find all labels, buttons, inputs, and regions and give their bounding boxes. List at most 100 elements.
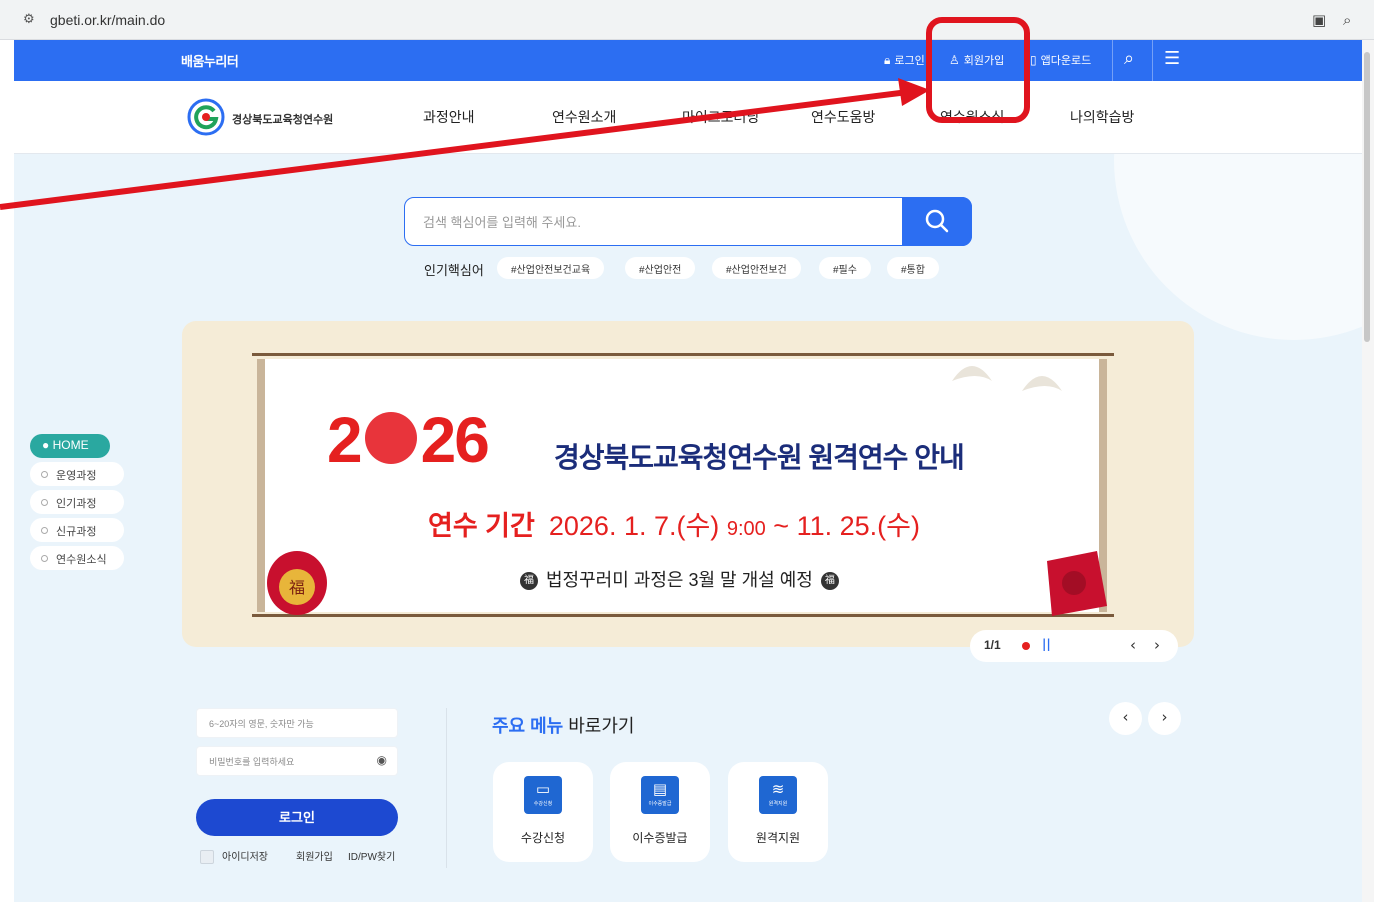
scroll-rod xyxy=(252,614,1114,617)
app-download-link[interactable]: ▯ 앱다운로드 xyxy=(1030,52,1091,68)
banner-period: 연수 기간 2026. 1. 7.(수) 9:00 ~ 11. 25.(수) xyxy=(428,504,920,543)
login-link[interactable]: 🔒︎ 로그인 xyxy=(884,52,925,68)
nav-course-info[interactable]: 과정안내 xyxy=(423,107,475,127)
icon-caption: 원격지원 xyxy=(768,801,788,807)
keyword-tag[interactable]: #산업안전보건교육 xyxy=(497,257,605,279)
banner-note: 福 법정꾸러미 과정은 3월 말 개설 예정 福 xyxy=(512,566,847,592)
remember-id[interactable]: 아이디저장 xyxy=(200,848,268,865)
keyword-tag[interactable]: #산업안전 xyxy=(625,257,696,279)
popular-keywords-label: 인기핵심어 xyxy=(424,263,484,278)
banner-title: 경상북도교육청연수원 원격연수 안내 xyxy=(554,442,965,473)
banner-period-label: 연수 기간 xyxy=(428,511,535,541)
quick-menu-label: 이수증발급 xyxy=(632,831,688,845)
main-banner[interactable]: 福 2 26 경상북도교육청연수원 원격연수 안내 연수 기간 2026. 1. 7… xyxy=(182,321,1194,647)
banner-period-end: 11. 25.(수) xyxy=(796,511,920,541)
quick-menu-title-bold: 주요 메뉴 xyxy=(492,716,564,736)
lucky-pouch-icon xyxy=(1047,551,1107,616)
keyword-tag[interactable]: #필수 xyxy=(819,257,871,279)
monitor-glyph: ▭ xyxy=(535,780,551,798)
divider xyxy=(1112,40,1113,81)
scrollbar-thumb[interactable] xyxy=(1364,52,1370,342)
banner-year: 2 26 xyxy=(327,403,490,477)
banner-prev-icon[interactable]: ‹ xyxy=(1130,636,1136,654)
search-icon xyxy=(925,209,949,233)
quick-menu-label: 수강신청 xyxy=(520,831,566,845)
password-input[interactable] xyxy=(209,754,379,770)
remember-label: 아이디저장 xyxy=(222,852,268,863)
lucky-pouch-icon: 福 xyxy=(267,551,327,615)
id-input[interactable] xyxy=(209,716,379,732)
scrollbar[interactable] xyxy=(1362,40,1374,902)
nav-about[interactable]: 연수원소개 xyxy=(552,107,616,127)
banner-page-count: 1/1 xyxy=(984,638,1001,652)
zoom-icon[interactable]: ⌕ xyxy=(1343,11,1351,29)
banner-period-start: 2026. 1. 7.(수) xyxy=(548,511,720,541)
search-icon[interactable]: ⌕ xyxy=(1124,48,1134,69)
icon-caption: 수강신청 xyxy=(533,801,553,807)
nav-help[interactable]: 연수도움방 xyxy=(811,107,875,127)
menu-icon[interactable]: ☰ xyxy=(1164,48,1180,69)
quick-nav-item[interactable]: 연수원소식 xyxy=(30,546,124,570)
password-field: ◉ xyxy=(196,746,398,776)
fortune-icon: 福 xyxy=(820,572,839,591)
login-link-label: 로그인 xyxy=(894,55,925,67)
crane-illustration xyxy=(952,366,1062,391)
site-settings-icon[interactable]: ⚙ xyxy=(23,12,35,27)
quick-menu-prev-icon[interactable]: ‹ xyxy=(1109,702,1142,735)
gbeti-logo-icon[interactable] xyxy=(186,97,226,137)
nav-microlearning[interactable]: 마이크로러닝 xyxy=(682,107,759,127)
quick-menu-next-icon[interactable]: › xyxy=(1148,702,1181,735)
quick-menu-card[interactable]: ≋ 원격지원 원격지원 xyxy=(728,762,828,862)
search-button[interactable] xyxy=(902,197,972,246)
banner-next-icon[interactable]: › xyxy=(1154,636,1160,654)
nav-my-learning[interactable]: 나의학습방 xyxy=(1070,107,1134,127)
join-link[interactable]: 회원가입 xyxy=(296,848,333,863)
quick-nav-home[interactable]: ● HOME xyxy=(30,434,110,458)
banner-year-part: 26 xyxy=(420,404,490,476)
banner-indicator-dot[interactable] xyxy=(1022,642,1030,650)
quick-menu-label: 원격지원 xyxy=(755,831,801,845)
login-button[interactable]: 로그인 xyxy=(196,799,398,836)
pause-icon[interactable]: || xyxy=(1042,637,1051,651)
quick-nav-item[interactable]: 운영과정 xyxy=(30,462,124,486)
banner-pager: 1/1 || ‹ › xyxy=(970,630,1178,662)
banner-note-text: 법정꾸러미 과정은 3월 말 개설 예정 xyxy=(546,570,813,590)
document-icon: ▤ 이수증발급 xyxy=(641,776,679,814)
svg-text:福: 福 xyxy=(289,578,305,597)
quick-nav-home-label: HOME xyxy=(52,438,89,452)
remember-checkbox[interactable] xyxy=(200,850,214,865)
banner-year-part: 2 xyxy=(327,404,363,476)
search-box xyxy=(404,197,972,246)
horse-character-icon xyxy=(364,412,417,464)
quick-menu-title-rest: 바로가기 xyxy=(563,716,635,736)
screenshot: ⚙ gbeti.or.kr/main.do ▣ ⌕ 배움누리터 🔒︎ 로그인 ♙ 회… xyxy=(0,0,1374,902)
camera-off-icon[interactable]: ▣ xyxy=(1312,11,1326,29)
keyword-tag[interactable]: #산업안전보건 xyxy=(712,257,801,279)
lock-icon: 🔒︎ xyxy=(884,53,891,67)
home-dot-icon: ● xyxy=(42,438,50,452)
brand-logo[interactable]: 배움누리터 xyxy=(181,51,239,70)
app-download-label: 앱다운로드 xyxy=(1040,55,1092,67)
main-navigation: 경상북도교육청연수원 과정안내 연수원소개 마이크로러닝 연수도움방 연수원소식… xyxy=(14,81,1362,154)
banner-period-time: 9:00 xyxy=(726,518,766,540)
quick-nav-item[interactable]: 인기과정 xyxy=(30,490,124,514)
divider xyxy=(1152,40,1153,81)
eye-icon[interactable]: ◉ xyxy=(377,753,387,767)
quick-menu-card[interactable]: ▤ 이수증발급 이수증발급 xyxy=(610,762,710,862)
quick-menu-title: 주요 메뉴 바로가기 xyxy=(492,712,635,738)
url-text[interactable]: gbeti.or.kr/main.do xyxy=(50,12,165,28)
divider xyxy=(446,708,447,868)
browser-address-bar: ⚙ gbeti.or.kr/main.do ▣ ⌕ xyxy=(0,0,1374,40)
document-glyph: ▤ xyxy=(652,780,668,798)
wifi-icon: ≋ 원격지원 xyxy=(759,776,797,814)
quick-nav-item[interactable]: 신규과정 xyxy=(30,518,124,542)
annotation-highlight-box xyxy=(926,17,1030,123)
phone-icon: ▯ xyxy=(1030,53,1037,67)
search-input[interactable] xyxy=(423,210,883,234)
banner-period-tilde: ~ xyxy=(773,511,790,541)
org-name[interactable]: 경상북도교육청연수원 xyxy=(232,111,333,127)
id-field xyxy=(196,708,398,738)
quick-menu-card[interactable]: ▭ 수강신청 수강신청 xyxy=(493,762,593,862)
find-account-link[interactable]: ID/PW찾기 xyxy=(348,848,395,863)
keyword-tag[interactable]: #통합 xyxy=(887,257,939,279)
